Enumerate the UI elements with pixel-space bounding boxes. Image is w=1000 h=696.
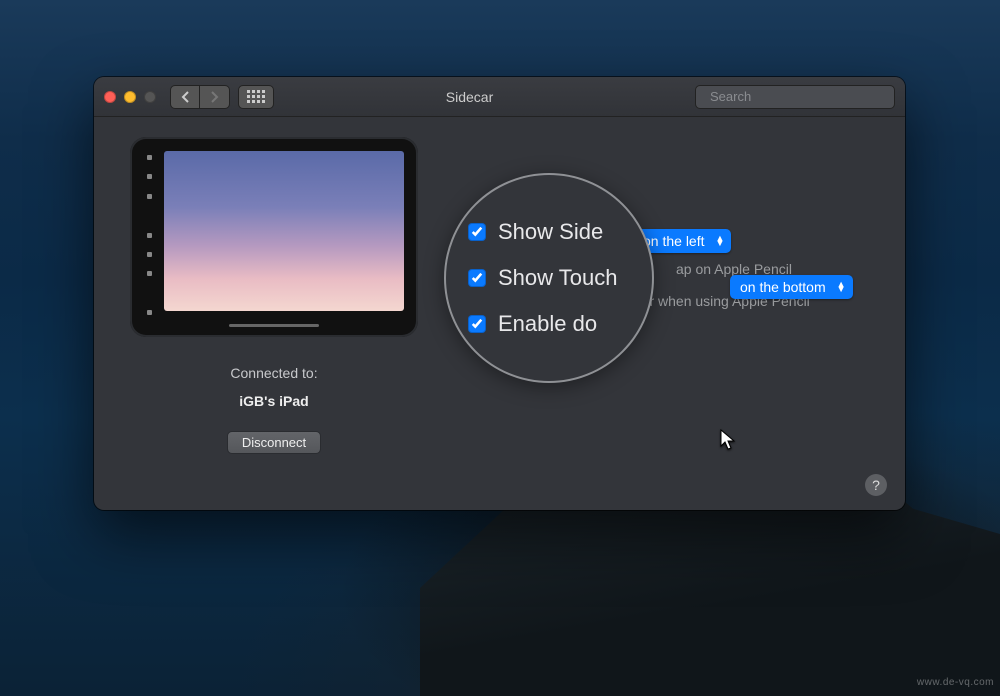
close-icon[interactable] [104, 91, 116, 103]
label-enable-doubletap-mag: Enable do [498, 311, 597, 337]
window-controls [104, 91, 156, 103]
cursor-icon [720, 429, 736, 451]
select-sidebar-value: on the left [643, 233, 705, 249]
nav-buttons [170, 85, 230, 109]
label-show-touch-mag: Show Touch [498, 265, 617, 291]
ipad-preview [130, 137, 418, 337]
select-arrows-icon: ▲▼ [834, 282, 849, 292]
chevron-right-icon [210, 91, 219, 103]
magnifier-lens: Show Side Show Touch Enable do [444, 173, 654, 383]
checkbox-enable-doubletap-mag[interactable] [468, 315, 486, 333]
device-name: iGB's iPad [239, 393, 308, 409]
show-all-button[interactable] [238, 85, 274, 109]
checkbox-show-touch-mag[interactable] [468, 269, 486, 287]
label-show-sidebar-mag: Show Side [498, 219, 603, 245]
window-title: Sidecar [282, 89, 687, 105]
grid-icon [247, 90, 265, 103]
search-input[interactable] [710, 89, 886, 104]
mag-row-touch: Show Touch [468, 265, 652, 291]
select-touchbar-value: on the bottom [740, 279, 826, 295]
minimize-icon[interactable] [124, 91, 136, 103]
select-arrows-icon: ▲▼ [713, 236, 728, 246]
disconnect-button[interactable]: Disconnect [227, 431, 321, 454]
select-touchbar-position[interactable]: on the bottom ▲▼ [730, 275, 853, 299]
mag-row-sidebar: Show Side [468, 219, 652, 245]
forward-button [200, 85, 230, 109]
titlebar: Sidecar [94, 77, 905, 117]
ipad-screen [164, 151, 404, 311]
watermark: www.de-vq.com [917, 677, 994, 688]
back-button[interactable] [170, 85, 200, 109]
left-panel: Connected to: iGB's iPad Disconnect [94, 117, 454, 510]
sidecar-window: Sidecar Connected to: iGB's iPad Disconn… [94, 77, 905, 510]
window-body: Connected to: iGB's iPad Disconnect Show… [94, 117, 905, 510]
help-button[interactable]: ? [865, 474, 887, 496]
connected-to-label: Connected to: [230, 365, 317, 381]
chevron-left-icon [181, 91, 190, 103]
ipad-homebar [229, 324, 319, 327]
checkbox-show-sidebar-mag[interactable] [468, 223, 486, 241]
ipad-sidebar-dots [144, 155, 154, 315]
zoom-icon [144, 91, 156, 103]
mag-row-enable: Enable do [468, 311, 652, 337]
search-field[interactable] [695, 85, 895, 109]
